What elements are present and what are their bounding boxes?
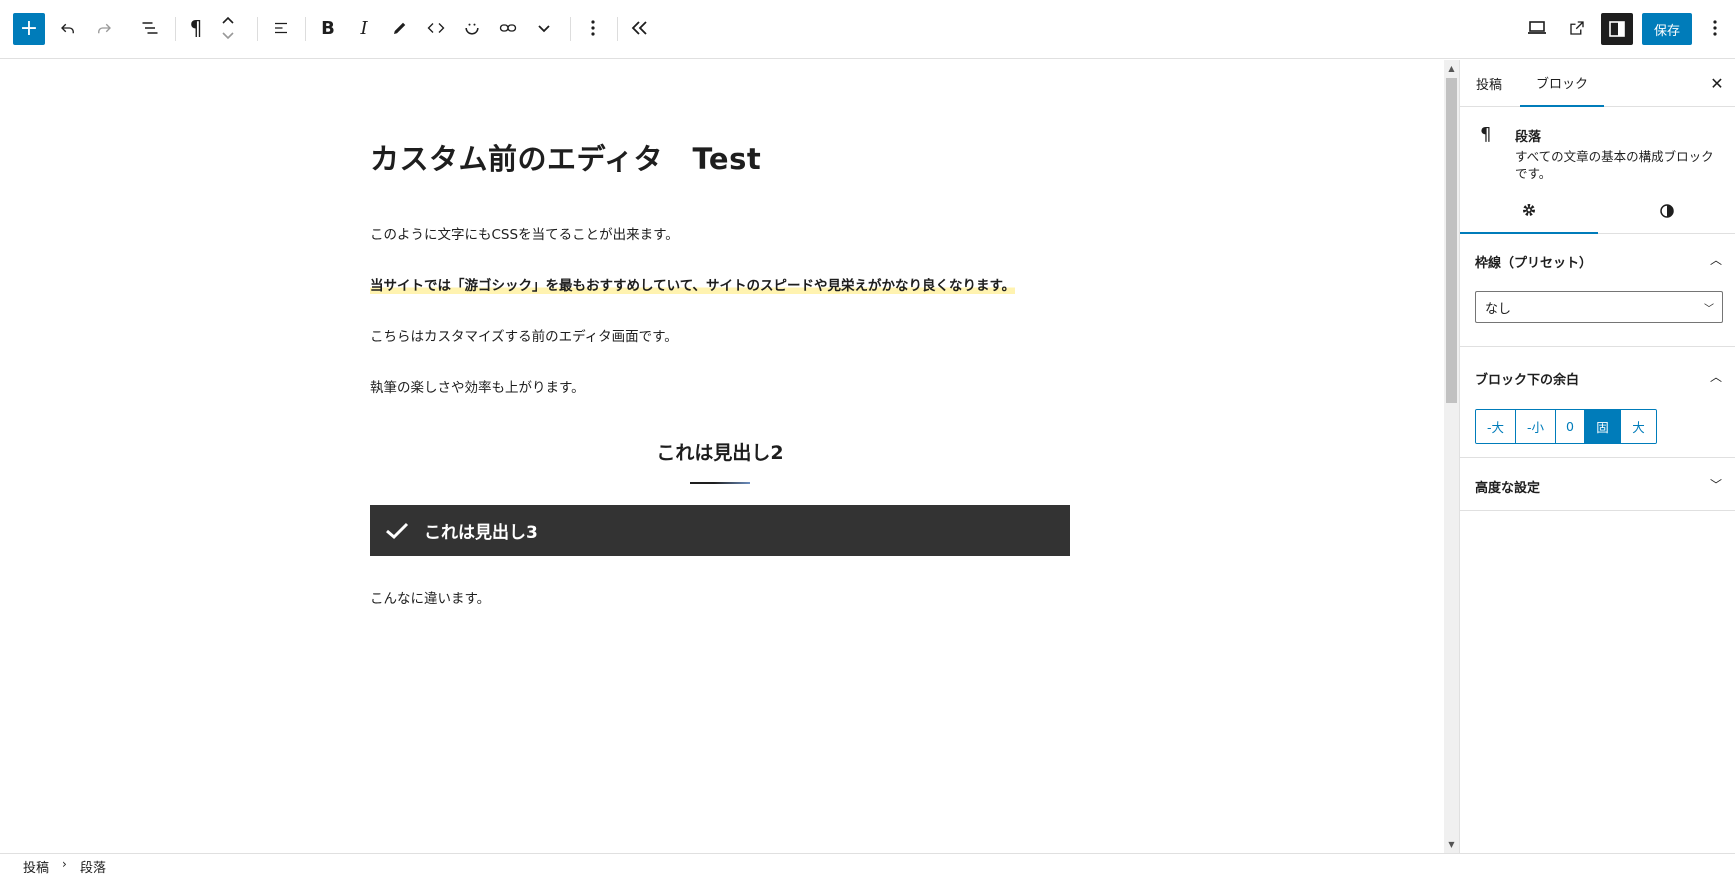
spacing-option-minus-small[interactable]: -小 — [1516, 410, 1556, 443]
marker-text: 当サイトでは「游ゴシック」を最もおすすめしていて、サイトのスピードや見栄えがかな… — [370, 278, 1016, 294]
save-button[interactable]: 保存 — [1642, 13, 1692, 45]
block-title: 段落 — [1515, 130, 1542, 145]
heading-3-text: これは見出し3 — [424, 523, 538, 543]
italic-button[interactable]: I — [346, 10, 382, 46]
link-icon — [499, 24, 517, 32]
external-link-icon — [1570, 21, 1584, 35]
paragraph-block[interactable]: こちらはカスタマイズする前のエディタ画面です。 — [370, 325, 678, 345]
preview-button[interactable] — [1519, 10, 1555, 46]
emoji-button[interactable] — [454, 10, 490, 46]
desktop-icon — [1528, 21, 1546, 34]
chevron-down-icon: ﹀ — [1704, 304, 1714, 315]
chevron-right-icon: › — [62, 857, 67, 871]
chevron-up-icon[interactable]: ︿ — [1710, 251, 1722, 268]
chevron-up-down-icon — [222, 16, 234, 40]
redo-icon — [98, 23, 111, 34]
more-vertical-icon — [591, 20, 595, 36]
heading-underline — [690, 482, 750, 484]
tab-settings[interactable] — [1460, 188, 1598, 234]
options-button[interactable] — [575, 10, 611, 46]
settings-sidebar: 投稿 ブロック ✕ ¶ 段落 すべての文章の基本の構成ブロックです。 枠線（プリ… — [1459, 60, 1735, 853]
block-spacing-panel: ブロック下の余白 ︿ -大 -小 0 固 大 — [1460, 348, 1735, 458]
link-button[interactable] — [490, 10, 526, 46]
align-button[interactable] — [263, 10, 299, 46]
align-left-icon — [275, 22, 287, 34]
block-spacing-title[interactable]: ブロック下の余白 — [1475, 369, 1579, 388]
plus-icon: + — [19, 16, 39, 41]
block-card: ¶ 段落 すべての文章の基本の構成ブロックです。 — [1460, 108, 1735, 188]
settings-toggle-button[interactable] — [1601, 13, 1633, 45]
border-preset-panel: 枠線（プリセット） ︿ なし ﹀ — [1460, 235, 1735, 347]
more-formats-button[interactable] — [526, 10, 562, 46]
document-overview-button[interactable] — [132, 10, 168, 46]
chevron-down-icon[interactable]: ﹀ — [1710, 476, 1722, 493]
tab-styles[interactable] — [1598, 188, 1735, 234]
breadcrumb: 投稿 › 段落 — [0, 853, 1735, 874]
post-title[interactable]: カスタム前のエディタ Test — [370, 136, 761, 178]
editor-toolbar: + ¶ B I 保存 — [0, 0, 1735, 59]
double-chevron-left-icon — [631, 21, 647, 35]
spacing-button-group: -大 -小 0 固 大 — [1475, 409, 1657, 444]
advanced-title[interactable]: 高度な設定 — [1475, 477, 1540, 496]
check-icon — [370, 522, 424, 540]
heading-3-block[interactable]: これは見出し3 — [370, 505, 1070, 556]
spacing-option-minus-large[interactable]: -大 — [1476, 410, 1516, 443]
italic-icon: I — [360, 17, 368, 39]
spacing-option-zero[interactable]: 0 — [1556, 410, 1585, 443]
view-post-button[interactable] — [1559, 10, 1595, 46]
highlight-button[interactable] — [382, 10, 418, 46]
pen-icon — [394, 22, 406, 34]
code-button[interactable] — [418, 10, 454, 46]
list-view-icon — [142, 22, 158, 34]
gear-icon — [1523, 204, 1535, 216]
block-settings-tabs — [1460, 188, 1735, 234]
tab-block[interactable]: ブロック — [1520, 60, 1604, 107]
undo-button[interactable] — [50, 10, 86, 46]
tab-post[interactable]: 投稿 — [1476, 60, 1502, 107]
move-block-button[interactable] — [214, 10, 242, 46]
chevron-down-icon — [538, 25, 550, 33]
smile-icon — [465, 23, 479, 35]
spacing-option-large[interactable]: 大 — [1621, 410, 1656, 443]
heading-2-block[interactable]: これは見出し2 — [370, 438, 1070, 465]
paragraph-block[interactable]: 執筆の楽しさや効率も上がります。 — [370, 376, 585, 396]
paragraph-block[interactable]: このように文字にもCSSを当てることが出来ます。 — [370, 223, 679, 243]
scroll-down-arrow-icon[interactable]: ▼ — [1447, 840, 1456, 849]
close-icon[interactable]: ✕ — [1704, 70, 1730, 96]
contrast-icon — [1660, 204, 1674, 218]
advanced-panel: 高度な設定 ﹀ — [1460, 459, 1735, 511]
sidebar-icon — [1609, 21, 1625, 37]
breadcrumb-item-paragraph[interactable]: 段落 — [80, 857, 106, 874]
options-menu-button[interactable] — [1697, 10, 1733, 46]
paragraph-block[interactable]: こんなに違います。 — [370, 587, 490, 607]
sidebar-tabs: 投稿 ブロック ✕ — [1460, 60, 1735, 107]
chevron-up-icon[interactable]: ︿ — [1710, 368, 1722, 385]
select-value: なし — [1485, 301, 1512, 317]
bold-button[interactable]: B — [310, 10, 346, 46]
paragraph-icon: ¶ — [189, 16, 203, 40]
canvas-scrollbar[interactable]: ▲ ▼ — [1444, 60, 1459, 853]
collapse-toolbar-button[interactable] — [622, 10, 658, 46]
code-icon — [427, 23, 445, 33]
paragraph-block-highlighted[interactable]: 当サイトでは「游ゴシック」を最もおすすめしていて、サイトのスピードや見栄えがかな… — [370, 274, 1016, 294]
spacing-option-fixed[interactable]: 固 — [1585, 410, 1621, 443]
border-preset-title[interactable]: 枠線（プリセット） — [1475, 252, 1592, 271]
scroll-thumb[interactable] — [1446, 78, 1457, 403]
breadcrumb-item-post[interactable]: 投稿 — [23, 857, 49, 874]
block-description: すべての文章の基本の構成ブロックです。 — [1515, 149, 1714, 181]
paragraph-icon: ¶ — [1480, 124, 1492, 145]
border-preset-select[interactable]: なし ﹀ — [1475, 291, 1723, 323]
scroll-up-arrow-icon[interactable]: ▲ — [1447, 64, 1456, 73]
redo-button[interactable] — [86, 10, 122, 46]
more-vertical-icon — [1713, 20, 1717, 36]
block-type-button[interactable]: ¶ — [178, 10, 214, 46]
editor-canvas: カスタム前のエディタ Test このように文字にもCSSを当てることが出来ます。… — [0, 60, 1444, 853]
add-block-button[interactable]: + — [13, 13, 45, 45]
bold-icon: B — [321, 17, 335, 39]
undo-icon — [61, 23, 74, 34]
